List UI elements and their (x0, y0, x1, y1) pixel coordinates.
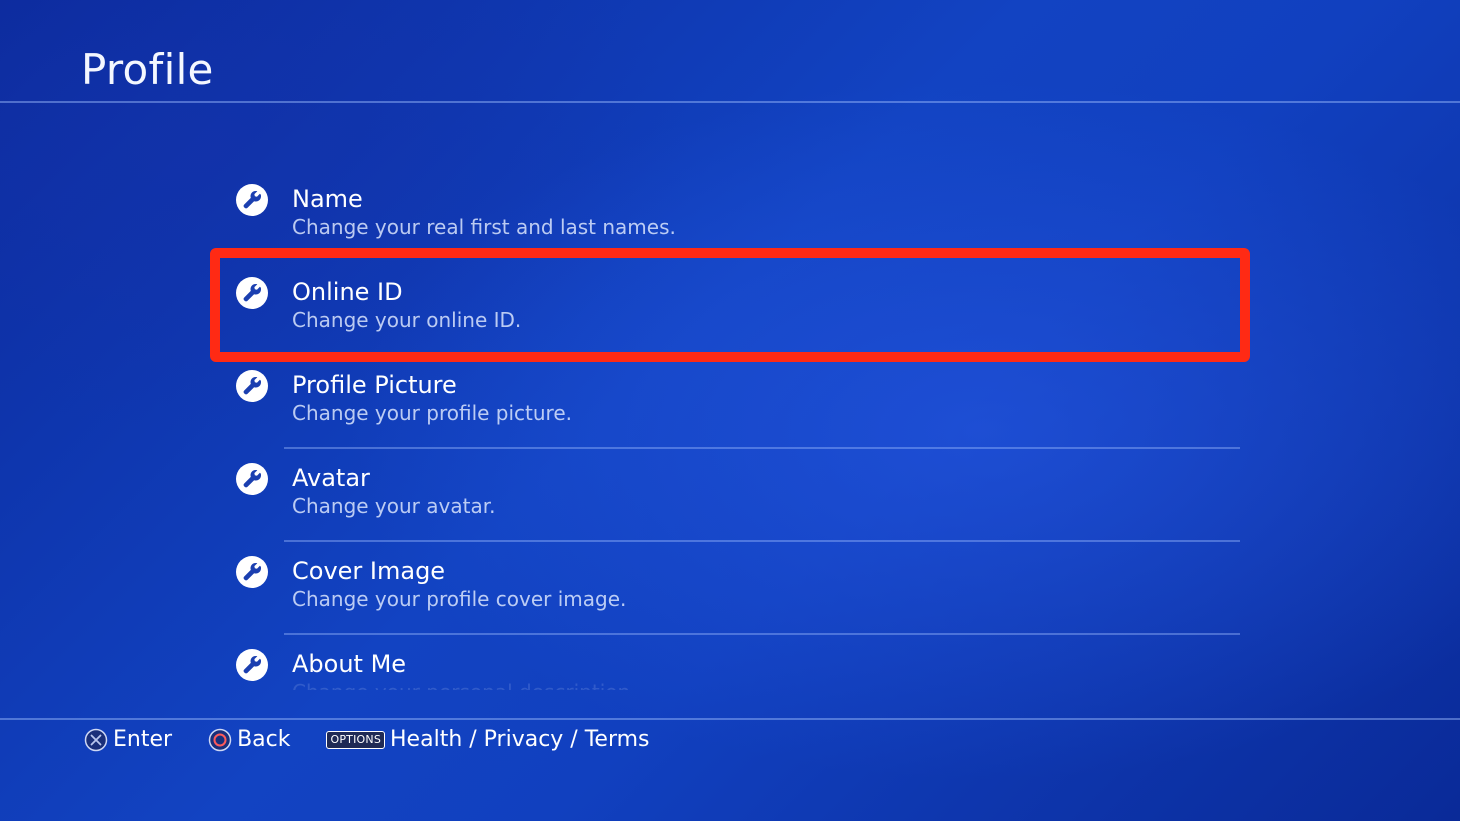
menu-item-label: Online ID (292, 278, 403, 306)
menu-item-name[interactable]: Name Change your real first and last nam… (236, 170, 1240, 263)
menu-item-description: Change your avatar. (292, 494, 496, 518)
wrench-icon (236, 649, 268, 681)
menu-item-online-id[interactable]: Online ID Change your online ID. (236, 263, 1240, 356)
options-hint-label: Health / Privacy / Terms (390, 727, 650, 752)
title-divider (0, 101, 1460, 103)
menu-item-label: About Me (292, 650, 407, 678)
options-hint[interactable]: OPTIONS Health / Privacy / Terms (326, 722, 650, 758)
options-badge: OPTIONS (326, 731, 386, 749)
cross-button-icon (84, 728, 108, 752)
enter-hint[interactable]: Enter (84, 722, 172, 758)
wrench-icon (236, 556, 268, 588)
menu-item-avatar[interactable]: Avatar Change your avatar. (236, 449, 1240, 542)
enter-hint-label: Enter (113, 727, 173, 752)
menu-item-about-me[interactable]: About Me Change your personal descriptio… (236, 635, 1240, 690)
back-hint-label: Back (237, 727, 291, 752)
wrench-icon (236, 277, 268, 309)
menu-item-cover-image[interactable]: Cover Image Change your profile cover im… (236, 542, 1240, 635)
menu-item-description: Change your personal description. (292, 678, 637, 690)
menu-item-description: Change your real first and last names. (292, 215, 676, 239)
menu-item-label: Cover Image (292, 557, 446, 585)
menu-item-profile-picture[interactable]: Profile Picture Change your profile pict… (236, 356, 1240, 449)
menu-item-label: Name (292, 185, 363, 213)
menu-item-label: Avatar (292, 464, 370, 492)
wrench-icon (236, 463, 268, 495)
back-hint[interactable]: Back (208, 722, 290, 758)
menu-item-description: Change your profile cover image. (292, 587, 627, 611)
menu-item-description: Change your online ID. (292, 308, 522, 332)
settings-menu-list: Name Change your real first and last nam… (236, 170, 1240, 690)
footer-divider (0, 718, 1460, 720)
page-title: Profile (81, 45, 214, 94)
footer-button-hints: Enter Back OPTIONS Health / Privacy / Te… (84, 722, 686, 758)
menu-item-description: Change your profile picture. (292, 401, 572, 425)
options-button-icon: OPTIONS (326, 731, 386, 749)
wrench-icon (236, 184, 268, 216)
wrench-icon (236, 370, 268, 402)
menu-item-label: Profile Picture (292, 371, 457, 399)
circle-button-icon (208, 728, 232, 752)
